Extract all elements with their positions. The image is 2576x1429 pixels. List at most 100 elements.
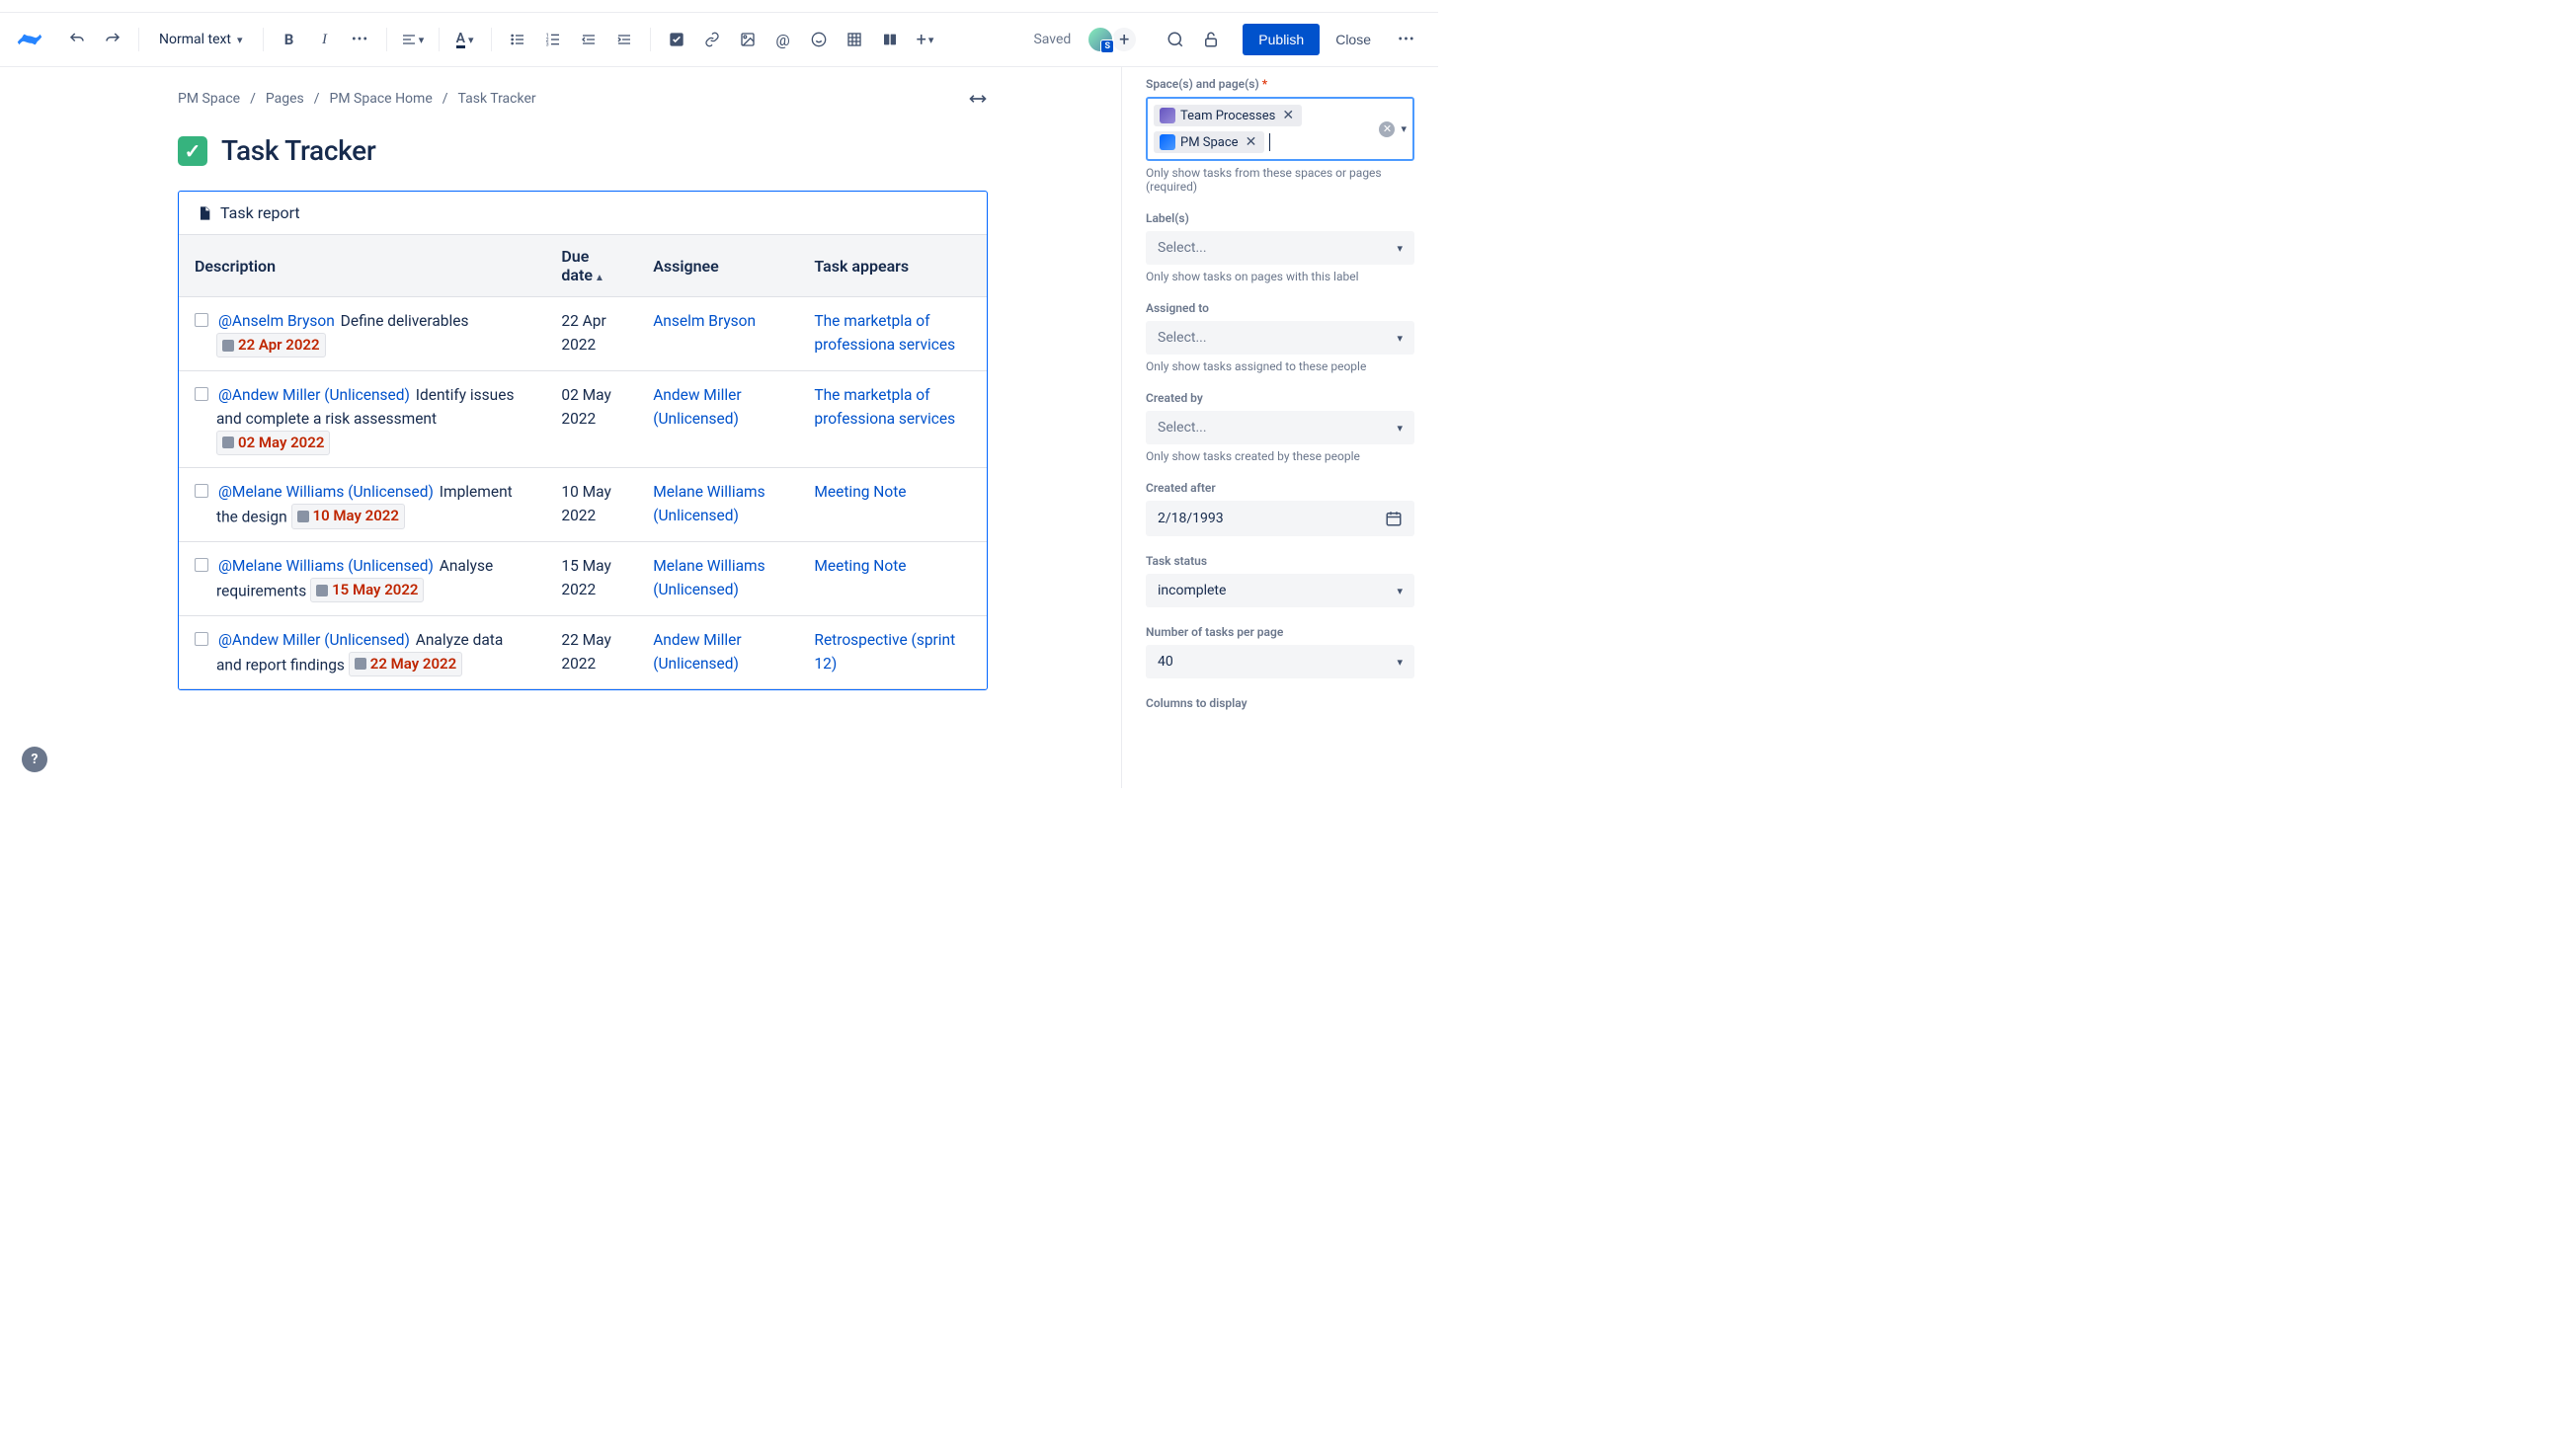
table-row: Andew Miller (Unlicensed) Analyze data a…	[179, 615, 987, 689]
emoji-button[interactable]	[803, 24, 835, 55]
indent-button[interactable]	[608, 24, 640, 55]
table-row: Andew Miller (Unlicensed) Identify issue…	[179, 370, 987, 468]
assigned-to-select[interactable]: Select...▾	[1146, 321, 1414, 355]
user-mention[interactable]: Melane Williams (Unlicensed)	[216, 557, 436, 575]
editor-area: PM Space/ Pages/ PM Space Home/ Task Tra…	[0, 67, 1122, 788]
field-label: Assigned to	[1146, 301, 1414, 315]
chip-label: PM Space	[1180, 135, 1239, 150]
task-description: Define deliverables	[341, 312, 469, 330]
user-mention[interactable]: Anselm Bryson	[216, 312, 337, 330]
breadcrumb-item[interactable]: Pages	[266, 91, 304, 107]
check-icon: ✓	[178, 136, 207, 166]
breadcrumb: PM Space/ Pages/ PM Space Home/ Task Tra…	[178, 91, 988, 107]
task-checkbox[interactable]	[195, 313, 208, 327]
chevron-down-icon[interactable]: ▾	[1401, 122, 1407, 135]
redo-button[interactable]	[97, 24, 128, 55]
image-button[interactable]	[732, 24, 764, 55]
field-help: Only show tasks from these spaces or pag…	[1146, 166, 1414, 194]
text-color-dropdown[interactable]: A▾	[449, 24, 481, 55]
more-actions-button[interactable]: •••	[1391, 24, 1422, 55]
breadcrumb-item[interactable]: Task Tracker	[458, 91, 536, 107]
task-checkbox[interactable]	[195, 632, 208, 646]
avatar[interactable]: S	[1087, 26, 1114, 53]
page-width-toggle[interactable]	[968, 91, 988, 107]
saved-status: Saved	[1033, 32, 1071, 47]
publish-button[interactable]: Publish	[1243, 24, 1320, 55]
remove-chip-icon[interactable]: ✕	[1280, 108, 1296, 123]
task-status-select[interactable]: incomplete▾	[1146, 574, 1414, 607]
action-item-button[interactable]	[661, 24, 692, 55]
remove-chip-icon[interactable]: ✕	[1244, 134, 1259, 150]
created-after-input[interactable]: 2/18/1993	[1146, 501, 1414, 536]
labels-select[interactable]: Select...▾	[1146, 231, 1414, 265]
task-appears-link[interactable]: Meeting Note	[814, 483, 906, 501]
mention-button[interactable]: @	[767, 24, 799, 55]
task-checkbox[interactable]	[195, 484, 208, 498]
due-date-cell: 02 May 2022	[545, 370, 637, 468]
task-appears-link[interactable]: Retrospective (sprint 12)	[814, 631, 955, 673]
task-appears-link[interactable]: The marketpla of professiona services	[814, 312, 955, 354]
tasks-per-page-select[interactable]: 40▾	[1146, 645, 1414, 678]
col-task-appears[interactable]: Task appears	[798, 235, 987, 297]
italic-button[interactable]: I	[309, 24, 341, 55]
bullet-list-button[interactable]	[502, 24, 533, 55]
date-lozenge: 15 May 2022	[310, 578, 424, 602]
user-mention[interactable]: Melane Williams (Unlicensed)	[216, 483, 436, 501]
clear-all-icon[interactable]: ✕	[1379, 121, 1395, 137]
bold-button[interactable]: B	[274, 24, 305, 55]
page-title-row: ✓ Task Tracker	[178, 134, 988, 167]
col-description[interactable]: Description	[179, 235, 545, 297]
permissions-button[interactable]	[1195, 24, 1227, 55]
assignee-link[interactable]: Anselm Bryson	[653, 312, 756, 330]
col-assignee[interactable]: Assignee	[637, 235, 798, 297]
field-label: Task status	[1146, 554, 1414, 568]
calendar-icon	[1385, 510, 1403, 527]
task-report-macro[interactable]: Task report Description Due date▲ Assign…	[178, 191, 988, 690]
date-lozenge: 10 May 2022	[291, 504, 405, 528]
assignee-link[interactable]: Melane Williams (Unlicensed)	[653, 483, 765, 524]
assignee-link[interactable]: Melane Williams (Unlicensed)	[653, 557, 765, 598]
table-row: Melane Williams (Unlicensed) Analyse req…	[179, 541, 987, 615]
page-icon	[197, 204, 212, 222]
more-formatting-button[interactable]: •••	[345, 24, 376, 55]
table-button[interactable]	[839, 24, 870, 55]
avatar-badge: S	[1100, 40, 1114, 53]
breadcrumb-item[interactable]: PM Space	[178, 91, 240, 107]
find-button[interactable]	[1160, 24, 1191, 55]
numbered-list-button[interactable]: 123	[537, 24, 569, 55]
link-button[interactable]	[696, 24, 728, 55]
date-lozenge: 22 Apr 2022	[216, 333, 326, 357]
task-appears-link[interactable]: The marketpla of professiona services	[814, 386, 955, 428]
add-collaborator-button[interactable]: +	[1110, 26, 1138, 53]
space-icon	[1160, 108, 1175, 123]
task-checkbox[interactable]	[195, 558, 208, 572]
assignee-link[interactable]: Andew Miller (Unlicensed)	[653, 386, 741, 428]
date-lozenge: 02 May 2022	[216, 431, 330, 455]
table-row: Melane Williams (Unlicensed) Implement t…	[179, 468, 987, 542]
editor-toolbar: Normal text▾ B I ••• ▾ A▾ 123 @ +▾ Saved…	[0, 12, 1438, 67]
space-chip[interactable]: PM Space ✕	[1154, 131, 1264, 153]
close-button[interactable]: Close	[1324, 24, 1383, 55]
help-button[interactable]: ?	[22, 747, 47, 772]
user-mention[interactable]: Andew Miller (Unlicensed)	[216, 386, 412, 404]
col-due-date[interactable]: Due date▲	[545, 235, 637, 297]
spaces-pages-field[interactable]: Team Processes ✕ PM Space ✕ ✕ ▾	[1146, 97, 1414, 161]
outdent-button[interactable]	[573, 24, 604, 55]
assignee-link[interactable]: Andew Miller (Unlicensed)	[653, 631, 741, 673]
created-by-select[interactable]: Select...▾	[1146, 411, 1414, 444]
space-chip[interactable]: Team Processes ✕	[1154, 105, 1302, 126]
page-title[interactable]: Task Tracker	[221, 134, 375, 167]
align-dropdown[interactable]: ▾	[397, 24, 429, 55]
due-date-cell: 22 Apr 2022	[545, 297, 637, 371]
breadcrumb-item[interactable]: PM Space Home	[330, 91, 433, 107]
insert-dropdown[interactable]: +▾	[910, 24, 941, 55]
chip-label: Team Processes	[1180, 109, 1275, 123]
undo-button[interactable]	[61, 24, 93, 55]
layouts-button[interactable]	[874, 24, 906, 55]
date-lozenge: 22 May 2022	[349, 652, 462, 676]
confluence-logo-icon	[16, 26, 43, 53]
text-style-dropdown[interactable]: Normal text▾	[149, 24, 253, 55]
user-mention[interactable]: Andew Miller (Unlicensed)	[216, 631, 412, 649]
task-appears-link[interactable]: Meeting Note	[814, 557, 906, 575]
task-checkbox[interactable]	[195, 387, 208, 401]
